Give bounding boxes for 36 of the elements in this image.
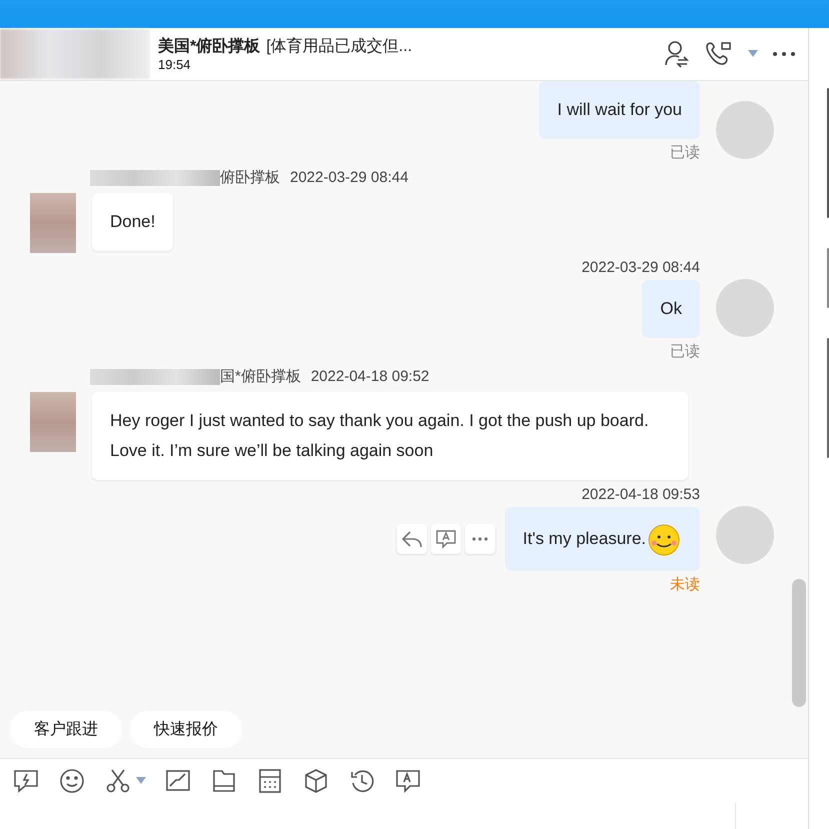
read-status: 已读 <box>670 143 700 162</box>
more-icon[interactable] <box>772 51 796 57</box>
folder-icon[interactable] <box>210 767 238 795</box>
message-time: 2022-03-29 08:44 <box>582 259 700 276</box>
contact-name: 美国*俯卧撑板 <box>158 36 260 57</box>
last-seen-time: 19:54 <box>158 57 192 72</box>
message-bubble: Hey roger I just wanted to say thank you again. I got the push up board. Love it. I’m sure we’ll be talking again soon <box>92 392 688 480</box>
contact-tag: [体育用品已成交但... <box>266 36 412 57</box>
quick-message-icon[interactable] <box>12 767 40 795</box>
avatar-placeholder <box>30 392 76 452</box>
reply-icon[interactable] <box>396 524 427 554</box>
calculator-icon[interactable] <box>256 767 284 795</box>
caret-icon[interactable] <box>748 50 758 58</box>
scrollbar-thumb[interactable] <box>792 579 806 707</box>
box-icon[interactable] <box>302 767 330 795</box>
sender-name: 俯卧撑板 <box>220 168 280 187</box>
quick-reply-button[interactable]: 客户跟进 <box>10 711 122 748</box>
message-time: 2022-04-18 09:52 <box>310 368 430 385</box>
caret-icon[interactable] <box>136 777 146 785</box>
avatar-placeholder <box>30 193 76 253</box>
transfer-contact-icon[interactable] <box>664 40 690 68</box>
translate-icon[interactable] <box>394 767 422 795</box>
message-text: It's my pleasure. <box>522 528 646 550</box>
message-bubble: Done! <box>92 193 174 251</box>
emoji-icon[interactable] <box>58 767 86 795</box>
phone-icon[interactable] <box>704 40 734 68</box>
sender-name: 国*俯卧撑板 <box>220 367 301 386</box>
message-text: Ok <box>660 298 682 320</box>
message-time: 2022-04-18 09:53 <box>582 486 700 503</box>
scissors-icon[interactable] <box>104 767 132 795</box>
quick-reply-button[interactable]: 快速报价 <box>130 711 242 748</box>
message-text: I will wait for you <box>557 99 682 121</box>
read-status: 已读 <box>670 342 700 361</box>
message-time: 2022-03-29 08:44 <box>290 169 408 186</box>
translate-icon[interactable] <box>430 524 461 554</box>
read-status: 未读 <box>670 575 700 594</box>
